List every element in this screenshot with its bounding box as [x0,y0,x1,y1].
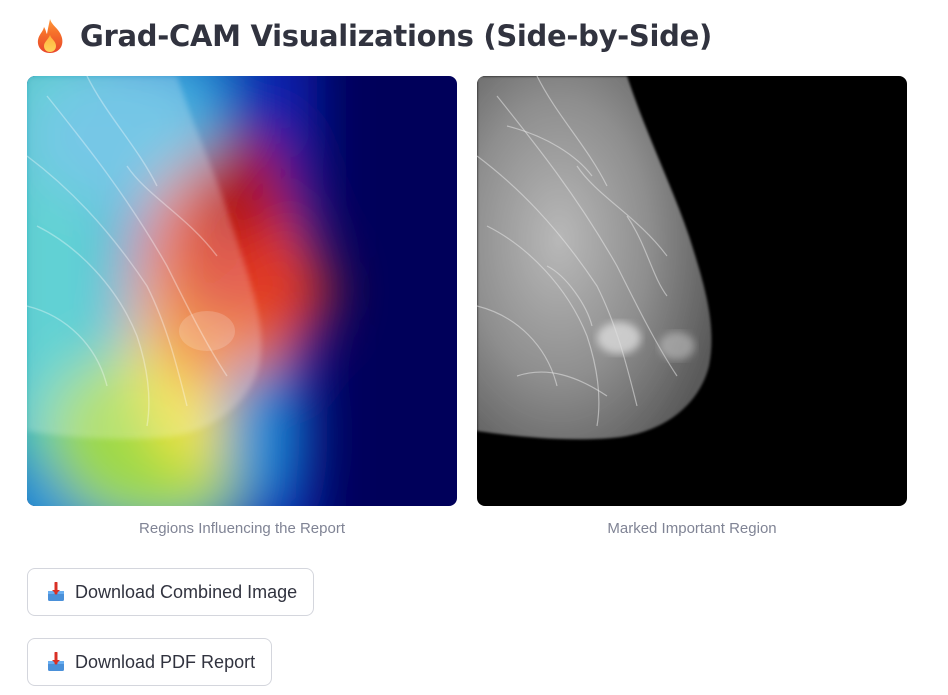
download-combined-label: Download Combined Image [75,581,298,602]
caption-gradcam: Regions Influencing the Report [139,520,345,537]
mammogram-image [477,76,907,506]
download-pdf-label: Download PDF Report [75,651,256,672]
download-combined-image-button[interactable]: Download Combined Image [27,568,315,616]
page-title: Grad-CAM Visualizations (Side-by-Side) [80,19,712,53]
download-inbox-icon [48,582,64,601]
gradcam-heatmap-image [27,76,457,506]
download-pdf-report-button[interactable]: Download PDF Report [27,638,273,686]
caption-marked-region: Marked Important Region [607,520,777,537]
download-inbox-icon [48,652,64,671]
section-header: Grad-CAM Visualizations (Side-by-Side) [34,12,712,60]
page: Grad-CAM Visualizations (Side-by-Side) R… [0,0,948,695]
fire-icon [37,19,63,53]
